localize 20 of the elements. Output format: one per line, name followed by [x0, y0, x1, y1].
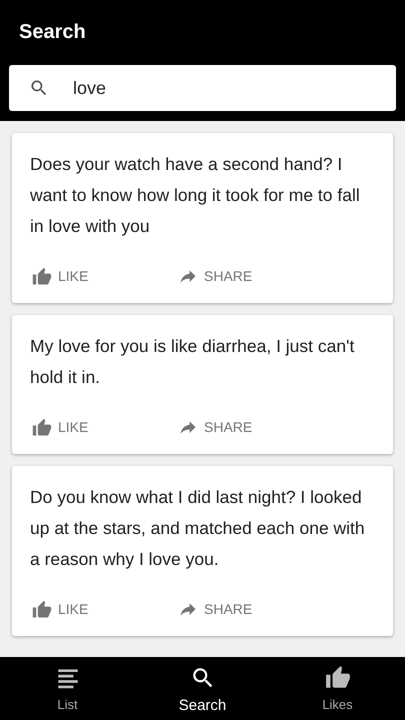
like-button[interactable]: LIKE [30, 597, 176, 622]
quote-text: Do you know what I did last night? I looked up at the stars, and matched each one with a reason why I love you. [30, 486, 366, 571]
thumbs-up-icon [32, 418, 52, 438]
share-button[interactable]: SHARE [176, 415, 322, 440]
thumbs-up-icon [324, 665, 350, 691]
thumbs-up-icon [32, 600, 52, 620]
nav-tab[interactable]: List [0, 657, 135, 720]
search-icon [29, 78, 49, 98]
like-button[interactable]: LIKE [30, 264, 176, 289]
quote-text: My love for you is like diarrhea, I just can't hold it in. [30, 335, 356, 389]
nav-tab[interactable]: Search [135, 657, 270, 720]
nav-tab[interactable]: Likes [270, 657, 405, 720]
like-button[interactable]: LIKE [30, 415, 176, 440]
share-button[interactable]: SHARE [176, 597, 322, 622]
search-input[interactable]: love [73, 74, 353, 102]
search-field[interactable]: love [9, 65, 396, 111]
page-title: Search [19, 20, 87, 45]
share-button[interactable]: SHARE [176, 264, 322, 289]
quote-text: Does your watch have a second hand? I want to know how long it took for me to fall in love with you [30, 153, 361, 238]
thumbs-up-icon [32, 266, 52, 286]
